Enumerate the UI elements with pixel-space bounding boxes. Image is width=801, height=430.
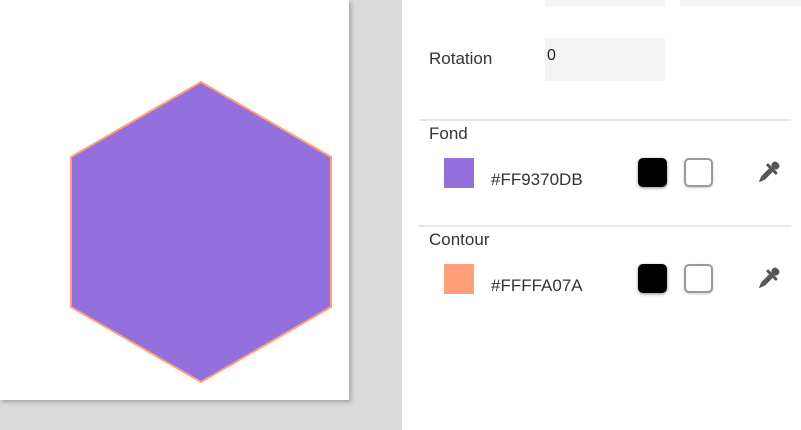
hexagon-shape[interactable] [70,80,332,384]
artboard[interactable] [0,0,349,400]
stroke-preset-white[interactable] [684,264,713,293]
stroke-eyedropper-icon[interactable] [753,264,783,294]
eyedropper-icon [758,267,780,289]
position-x-input[interactable] [545,0,665,6]
fill-preset-black[interactable] [638,158,667,187]
fill-section-title: Fond [429,124,468,143]
stroke-hex-value[interactable]: #FFFFA07A [491,276,583,296]
fill-eyedropper-icon[interactable] [753,158,783,188]
divider [419,119,791,121]
rotation-input[interactable]: 0 [545,38,665,81]
fill-preset-white[interactable] [684,158,713,187]
rotation-label: Rotation [429,49,493,68]
properties-panel: Rotation 0 Fond #FF9370DB Contour #FFFFA… [402,0,801,430]
eyedropper-icon [758,161,780,183]
stroke-section-title: Contour [429,230,490,249]
canvas-area[interactable] [0,0,402,430]
stroke-preset-black[interactable] [638,264,667,293]
hexagon-shape-canvas [70,80,332,384]
position-y-input[interactable] [680,0,801,6]
fill-hex-value[interactable]: #FF9370DB [491,170,583,190]
stroke-color-swatch[interactable] [444,264,474,294]
fill-color-swatch[interactable] [444,158,474,188]
divider [419,225,791,227]
